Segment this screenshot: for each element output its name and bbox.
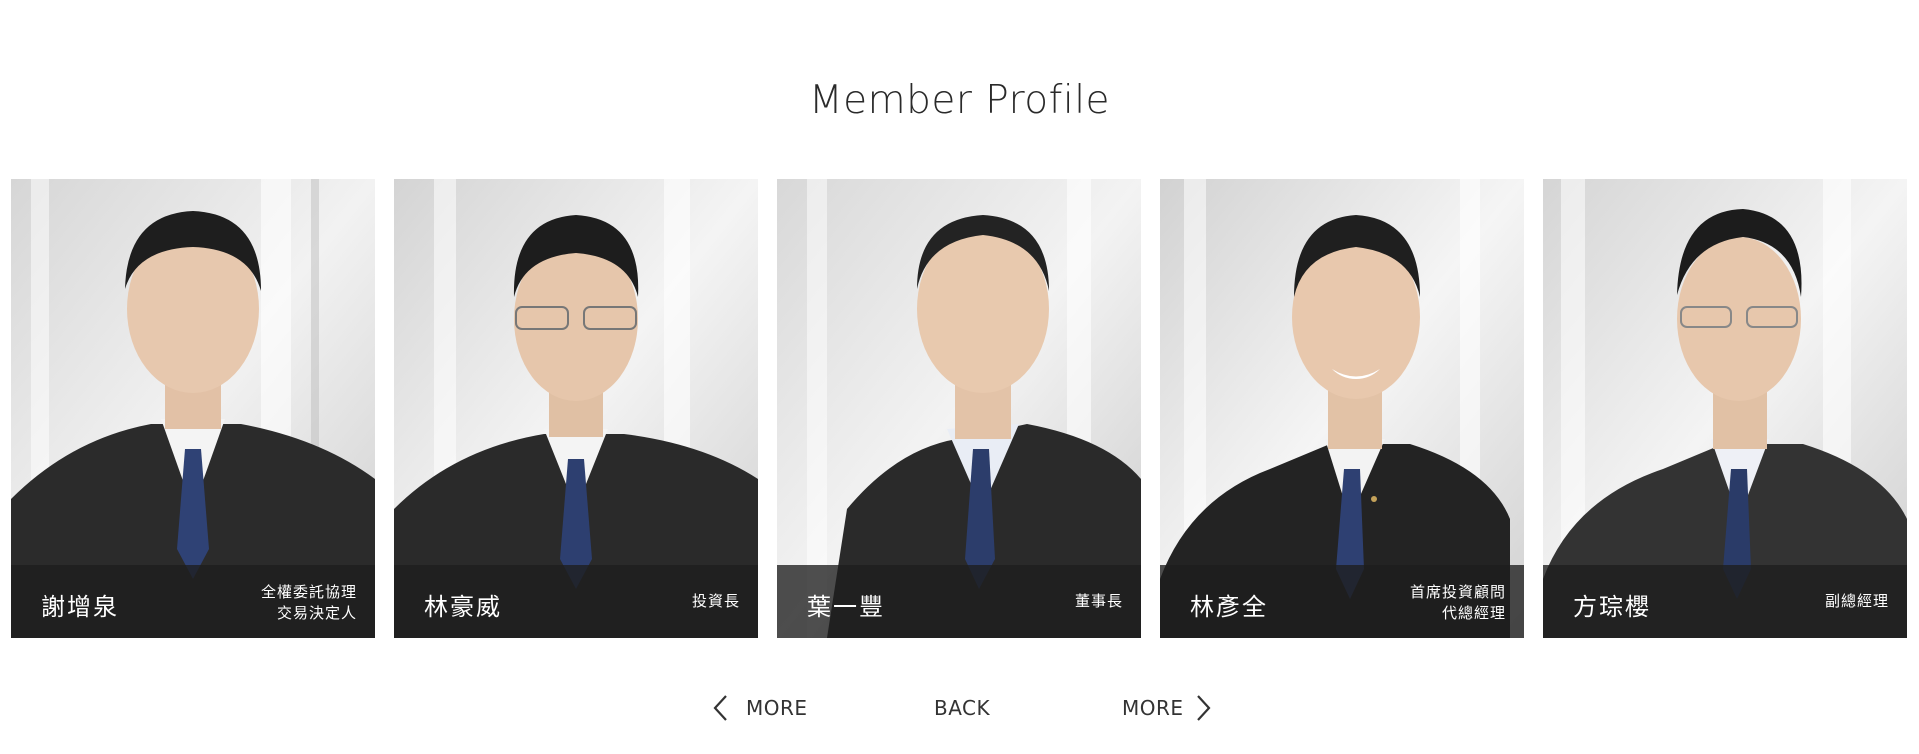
caption-bar: 林彥全 首席投資顧問 代總經理 — [1160, 565, 1524, 638]
member-card-5[interactable]: 方琮櫻 副總經理 — [1543, 179, 1907, 638]
member-title-line: 董事長 — [1074, 592, 1123, 610]
member-card-3[interactable]: 葉一豐 董事長 — [777, 179, 1141, 638]
member-name: 葉一豐 — [807, 593, 885, 621]
chevron-left-icon — [712, 694, 728, 722]
prev-more-button[interactable]: MORE — [712, 688, 808, 728]
caption-bar: 方琮櫻 副總經理 — [1543, 565, 1907, 638]
member-title-line: 副總經理 — [1824, 592, 1889, 610]
member-title: 副總經理 — [1729, 591, 1889, 612]
member-name: 方琮櫻 — [1573, 593, 1651, 621]
member-name: 林豪威 — [424, 593, 502, 621]
prev-more-label: MORE — [746, 696, 808, 720]
member-title-line: 交易決定人 — [276, 604, 357, 622]
caption-bar: 葉一豐 董事長 — [777, 565, 1141, 638]
caption-bar: 林豪威 投資長 — [394, 565, 758, 638]
member-title: 董事長 — [963, 591, 1123, 612]
member-title-line: 投資長 — [691, 592, 740, 610]
back-button[interactable]: BACK — [934, 688, 990, 728]
next-more-label: MORE — [1122, 696, 1184, 720]
member-title: 投資長 — [580, 591, 740, 612]
member-title-line: 首席投資顧問 — [1409, 583, 1506, 601]
member-title: 首席投資顧問 代總經理 — [1346, 582, 1506, 624]
member-card-4[interactable]: 林彥全 首席投資顧問 代總經理 — [1160, 179, 1524, 638]
member-name: 林彥全 — [1190, 593, 1268, 621]
back-label: BACK — [934, 696, 991, 720]
member-title-line: 全權委託協理 — [260, 583, 357, 601]
chevron-right-icon — [1196, 694, 1212, 722]
member-card-1[interactable]: 謝增泉 全權委託協理 交易決定人 — [11, 179, 375, 638]
member-card-2[interactable]: 林豪威 投資長 — [394, 179, 758, 638]
next-more-button[interactable]: MORE — [1122, 688, 1212, 728]
member-title-line: 代總經理 — [1441, 604, 1506, 622]
page-title: Member Profile — [808, 78, 1111, 123]
member-title: 全權委託協理 交易決定人 — [197, 582, 357, 624]
member-profile-page: Member Profile 謝增泉 全權委託協理 交易決定人 林豪威 投資長 … — [0, 0, 1919, 754]
caption-bar: 謝增泉 全權委託協理 交易決定人 — [11, 565, 375, 638]
member-name: 謝增泉 — [41, 593, 119, 621]
